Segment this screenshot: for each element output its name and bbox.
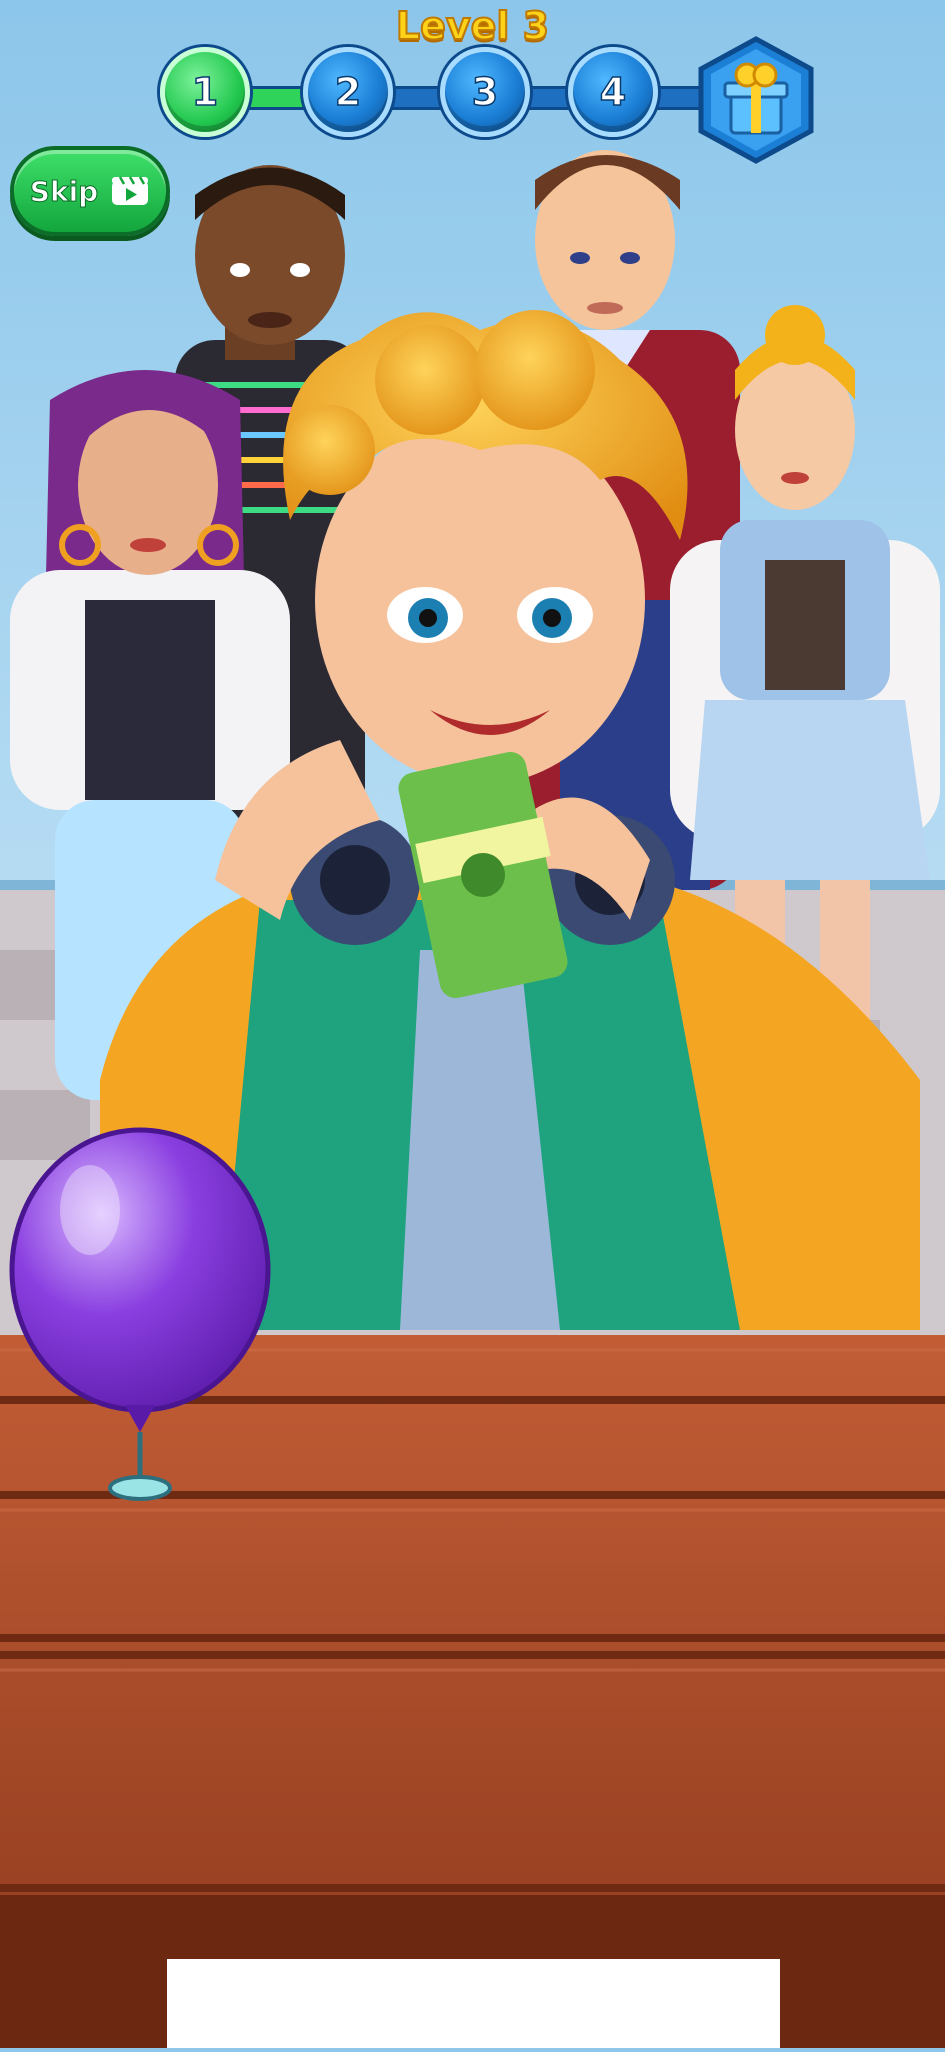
- bottom-panel: [167, 1959, 780, 2048]
- level-progress-bar: 1 2 3 4: [160, 36, 825, 164]
- progress-step-4: 4: [568, 47, 658, 137]
- skip-button[interactable]: Skip: [10, 146, 170, 236]
- progress-step-2: 2: [303, 47, 393, 137]
- game-scene: [0, 0, 945, 2048]
- video-ad-icon: [112, 176, 149, 205]
- gift-box-icon: [698, 36, 814, 164]
- progress-step-1: 1: [160, 47, 250, 137]
- progress-step-3: 3: [440, 47, 530, 137]
- skip-label: Skip: [29, 174, 99, 208]
- scene-illustration: [0, 0, 945, 2048]
